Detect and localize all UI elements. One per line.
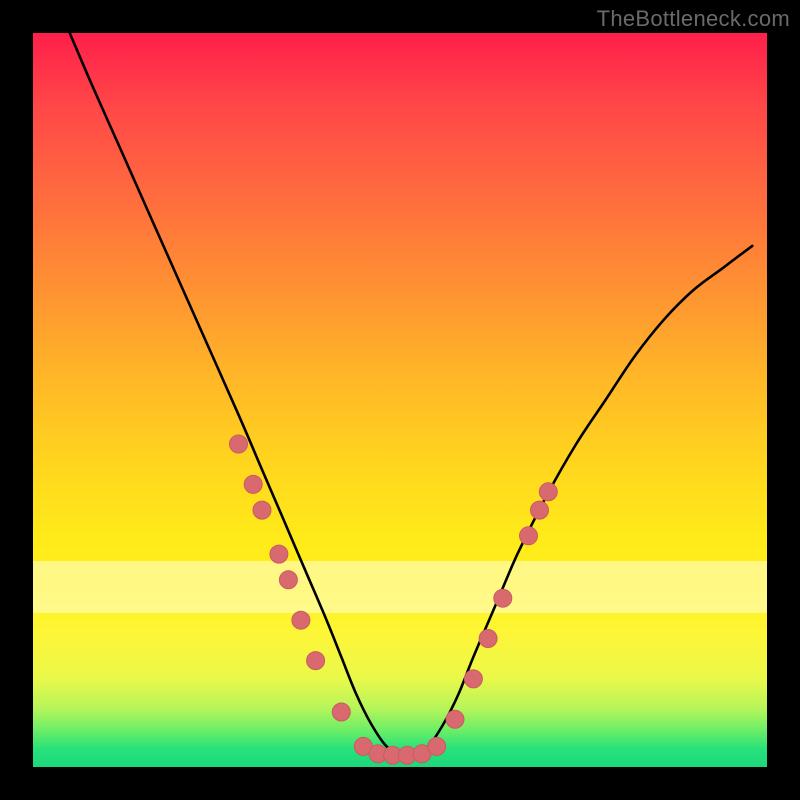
plot-area — [33, 33, 767, 767]
bottleneck-curve — [70, 33, 753, 757]
data-marker — [531, 501, 549, 519]
data-marker — [446, 710, 464, 728]
data-marker — [230, 435, 248, 453]
data-marker — [279, 571, 297, 589]
data-marker — [270, 545, 288, 563]
data-marker — [253, 501, 271, 519]
data-marker — [244, 475, 262, 493]
data-marker — [479, 630, 497, 648]
data-marker — [520, 527, 538, 545]
marker-group — [230, 435, 558, 764]
data-marker — [332, 703, 350, 721]
watermark-text: TheBottleneck.com — [597, 6, 790, 32]
chart-overlay — [33, 33, 767, 767]
data-marker — [307, 652, 325, 670]
chart-stage: TheBottleneck.com — [0, 0, 800, 800]
data-marker — [464, 670, 482, 688]
data-marker — [428, 737, 446, 755]
data-marker — [539, 483, 557, 501]
data-marker — [292, 611, 310, 629]
data-marker — [494, 589, 512, 607]
